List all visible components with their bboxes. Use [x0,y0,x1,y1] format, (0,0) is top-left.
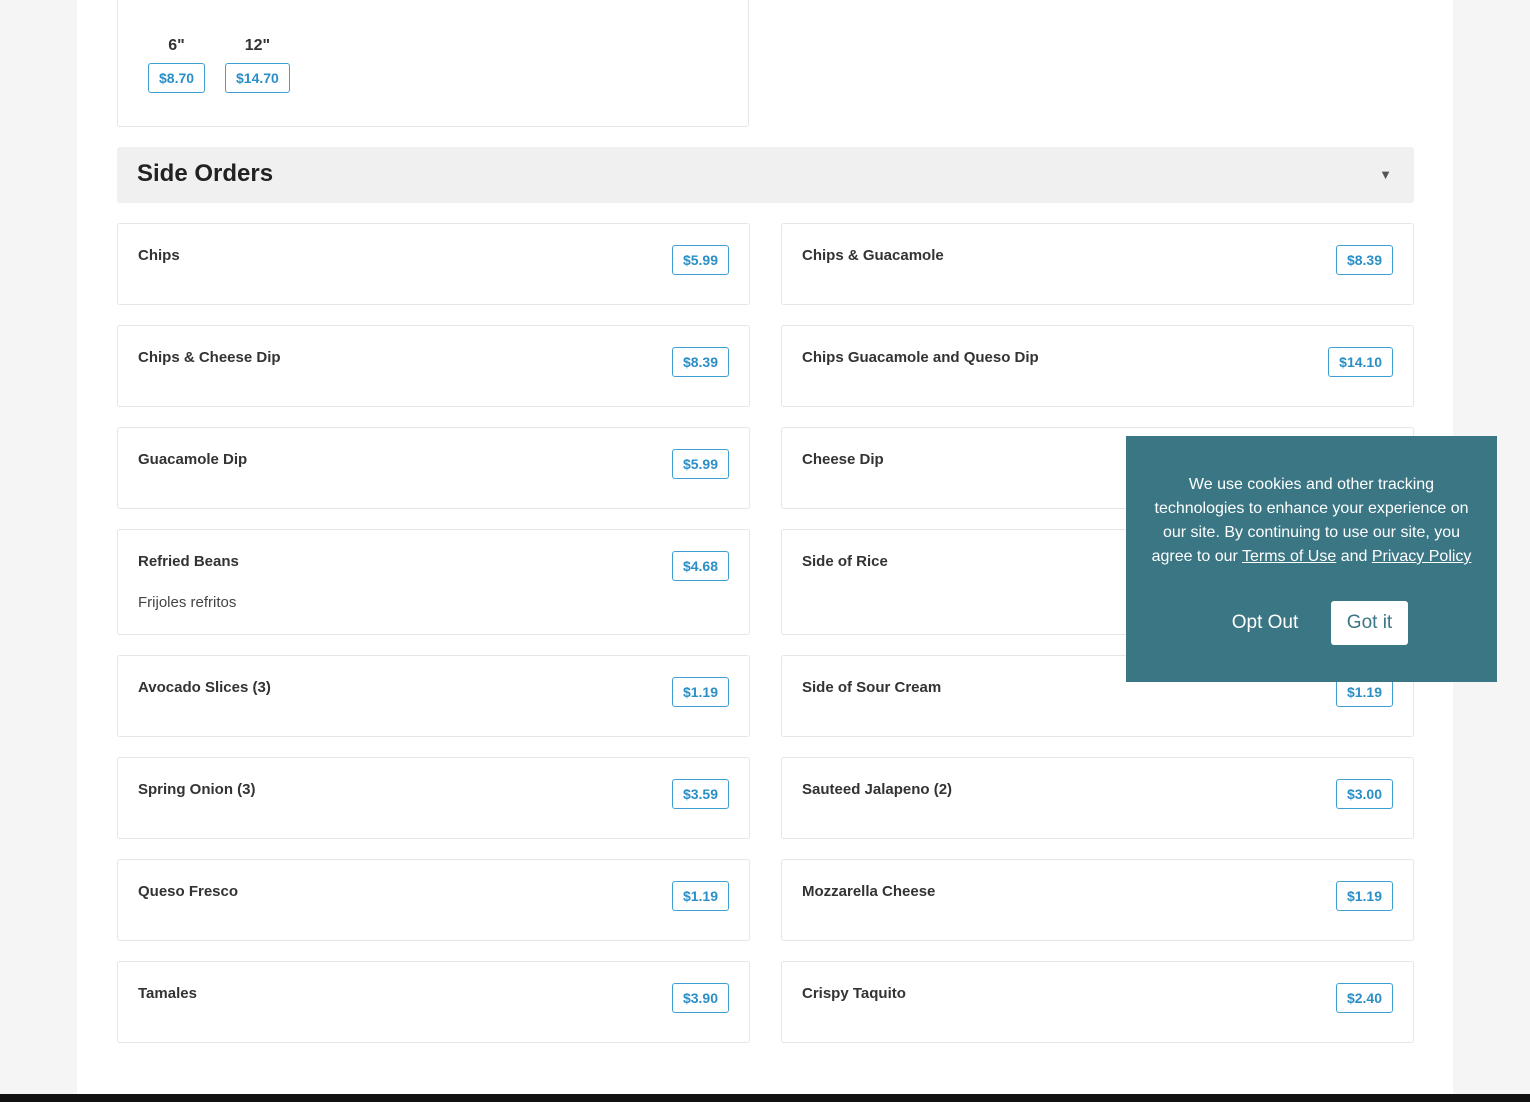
menu-item-card[interactable]: Chips & Guacamole $8.39 [781,223,1414,305]
menu-item-card[interactable]: Refried Beans Frijoles refritos $4.68 [117,529,750,635]
menu-item-card[interactable]: Crispy Taquito $2.40 [781,961,1414,1043]
menu-item-card: 6" $8.70 12" $14.70 [117,0,749,127]
price-button[interactable]: $3.59 [671,779,729,809]
terms-of-use-link[interactable]: Terms of Use [1242,548,1336,565]
item-name: Sauteed Jalapeno (2) [802,781,953,798]
item-name: Chips [138,247,180,264]
item-name: Tamales [138,985,197,1002]
item-name: Queso Fresco [138,883,239,900]
item-name: Chips Guacamole and Queso Dip [802,349,1039,366]
menu-item-card[interactable]: Sauteed Jalapeno (2) $3.00 [781,757,1414,839]
price-button[interactable]: $1.19 [671,677,729,707]
section-title: Side Orders [137,160,274,187]
price-button[interactable]: $5.99 [671,449,729,479]
item-name: Crispy Taquito [802,985,906,1002]
item-name: Spring Onion (3) [138,781,256,798]
footer-bar [0,1094,1530,1102]
chevron-down-icon: ▼ [1379,167,1392,182]
price-button[interactable]: $3.00 [1335,779,1393,809]
menu-item-card[interactable]: Tamales $3.90 [117,961,750,1043]
price-button[interactable]: $1.19 [1335,881,1393,911]
price-button[interactable]: $8.70 [148,63,206,93]
item-name: Guacamole Dip [138,451,248,468]
size-label: 12" [244,37,271,54]
item-name: Mozzarella Cheese [802,883,936,900]
cookie-and-text: and [1336,548,1372,565]
menu-item-card[interactable]: Chips & Cheese Dip $8.39 [117,325,750,407]
size-option: 6" $8.70 [148,37,206,93]
price-button[interactable]: $8.39 [671,347,729,377]
menu-item-card[interactable]: Mozzarella Cheese $1.19 [781,859,1414,941]
price-button[interactable]: $14.70 [225,63,290,93]
got-it-button[interactable]: Got it [1331,601,1408,645]
item-name: Side of Sour Cream [802,679,942,696]
menu-item-card[interactable]: Avocado Slices (3) $1.19 [117,655,750,737]
price-button[interactable]: $3.90 [671,983,729,1013]
menu-item-card[interactable]: Spring Onion (3) $3.59 [117,757,750,839]
item-name: Chips & Guacamole [802,247,944,264]
price-button[interactable]: $2.40 [1335,983,1393,1013]
menu-item-card[interactable]: Chips $5.99 [117,223,750,305]
opt-out-button[interactable]: Opt Out [1218,603,1312,643]
cookie-message: We use cookies and other tracking techno… [1148,473,1475,569]
item-description: Frijoles refritos [138,594,237,611]
cookie-banner: We use cookies and other tracking techno… [1126,436,1497,682]
section-header-side-orders[interactable]: Side Orders ▼ [117,147,1414,203]
menu-item-card[interactable]: Guacamole Dip $5.99 [117,427,750,509]
item-name: Avocado Slices (3) [138,679,271,696]
menu-item-card[interactable]: Chips Guacamole and Queso Dip $14.10 [781,325,1414,407]
price-button[interactable]: $5.99 [671,245,729,275]
size-label: 6" [168,37,185,54]
size-option: 12" $14.70 [225,37,290,93]
price-button[interactable]: $4.68 [671,551,729,581]
privacy-policy-link[interactable]: Privacy Policy [1372,548,1472,565]
price-button[interactable]: $8.39 [1335,245,1393,275]
price-button[interactable]: $1.19 [671,881,729,911]
item-name: Refried Beans [138,553,239,570]
menu-item-card[interactable]: Queso Fresco $1.19 [117,859,750,941]
price-button[interactable]: $14.10 [1328,347,1393,377]
item-name: Side of Rice [802,553,888,570]
item-name: Chips & Cheese Dip [138,349,281,366]
item-name: Cheese Dip [802,451,884,468]
